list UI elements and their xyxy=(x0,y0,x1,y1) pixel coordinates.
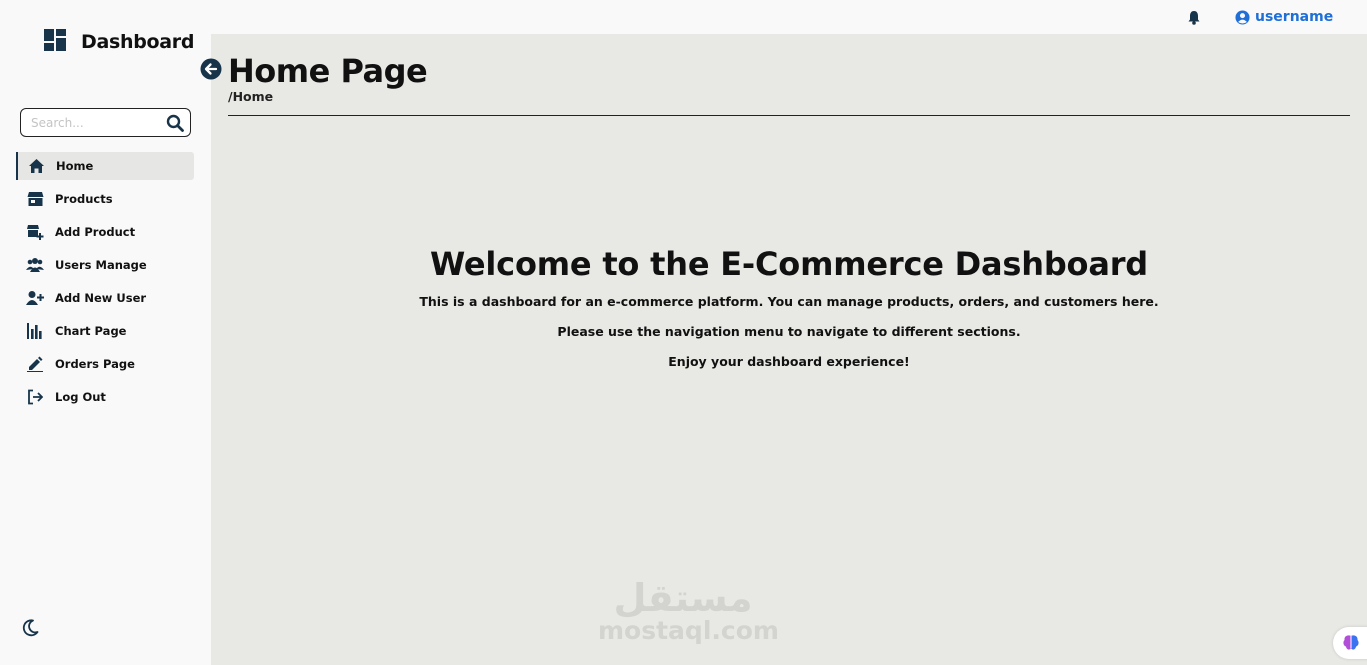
sidebar-item-chart-page[interactable]: Chart Page xyxy=(16,317,194,345)
bell-icon[interactable] xyxy=(1187,10,1201,29)
welcome-paragraph: This is a dashboard for an e-commerce pl… xyxy=(419,294,1159,309)
sidebar: Dashboard Home Products Add xyxy=(0,0,211,665)
breadcrumb: /Home xyxy=(228,89,274,104)
search-input[interactable] xyxy=(31,115,159,130)
logout-icon xyxy=(26,388,44,406)
back-arrow-icon[interactable] xyxy=(200,58,222,84)
brand-title: Dashboard xyxy=(81,31,195,53)
sidebar-item-users-manage[interactable]: Users Manage xyxy=(16,251,194,279)
watermark-arabic: مستقل xyxy=(613,576,753,620)
sidebar-item-home[interactable]: Home xyxy=(16,152,194,180)
bar-chart-icon xyxy=(26,322,44,340)
user-menu[interactable]: username xyxy=(1235,9,1333,25)
welcome-paragraph: Enjoy your dashboard experience! xyxy=(668,354,910,369)
welcome-heading: Welcome to the E-Commerce Dashboard xyxy=(429,245,1149,283)
welcome-section: Welcome to the E-Commerce Dashboard This… xyxy=(228,245,1350,369)
moon-icon[interactable] xyxy=(21,619,39,641)
store-icon xyxy=(26,190,44,208)
sidebar-item-add-product[interactable]: Add Product xyxy=(16,218,194,246)
sidebar-item-products[interactable]: Products xyxy=(16,185,194,213)
sidebar-item-orders-page[interactable]: Orders Page xyxy=(16,350,194,378)
users-group-icon xyxy=(26,256,44,274)
add-store-icon xyxy=(26,223,44,241)
welcome-paragraph: Please use the navigation menu to naviga… xyxy=(557,324,1021,339)
user-plus-icon xyxy=(26,289,44,307)
sidebar-item-log-out[interactable]: Log Out xyxy=(16,383,194,411)
sidebar-item-label: Orders Page xyxy=(55,357,135,371)
sidebar-nav: Home Products Add Product Users Manage A… xyxy=(16,152,194,416)
pen-icon xyxy=(26,355,44,373)
sidebar-item-add-new-user[interactable]: Add New User xyxy=(16,284,194,312)
watermark: مستقل mostaql.com xyxy=(598,575,779,645)
brain-icon xyxy=(1342,634,1360,652)
watermark-latin: mostaql.com xyxy=(598,616,779,645)
sidebar-item-label: Users Manage xyxy=(55,258,147,272)
sidebar-item-label: Log Out xyxy=(55,390,106,404)
sidebar-item-label: Add New User xyxy=(55,291,147,305)
search-icon[interactable] xyxy=(166,114,184,132)
username-label: username xyxy=(1255,9,1334,25)
search-box xyxy=(20,108,191,137)
sidebar-item-label: Home xyxy=(56,159,94,173)
sidebar-item-label: Add Product xyxy=(55,225,136,239)
dashboard-grid-icon xyxy=(43,28,67,56)
page-title: Home Page xyxy=(228,52,428,90)
topbar: username xyxy=(211,0,1367,34)
home-icon xyxy=(27,157,45,175)
user-circle-icon xyxy=(1235,9,1250,25)
header-divider xyxy=(228,115,1350,116)
assistant-widget-button[interactable] xyxy=(1333,627,1367,659)
sidebar-item-label: Chart Page xyxy=(55,324,127,338)
brand[interactable]: Dashboard xyxy=(43,28,194,56)
sidebar-item-label: Products xyxy=(55,192,113,206)
